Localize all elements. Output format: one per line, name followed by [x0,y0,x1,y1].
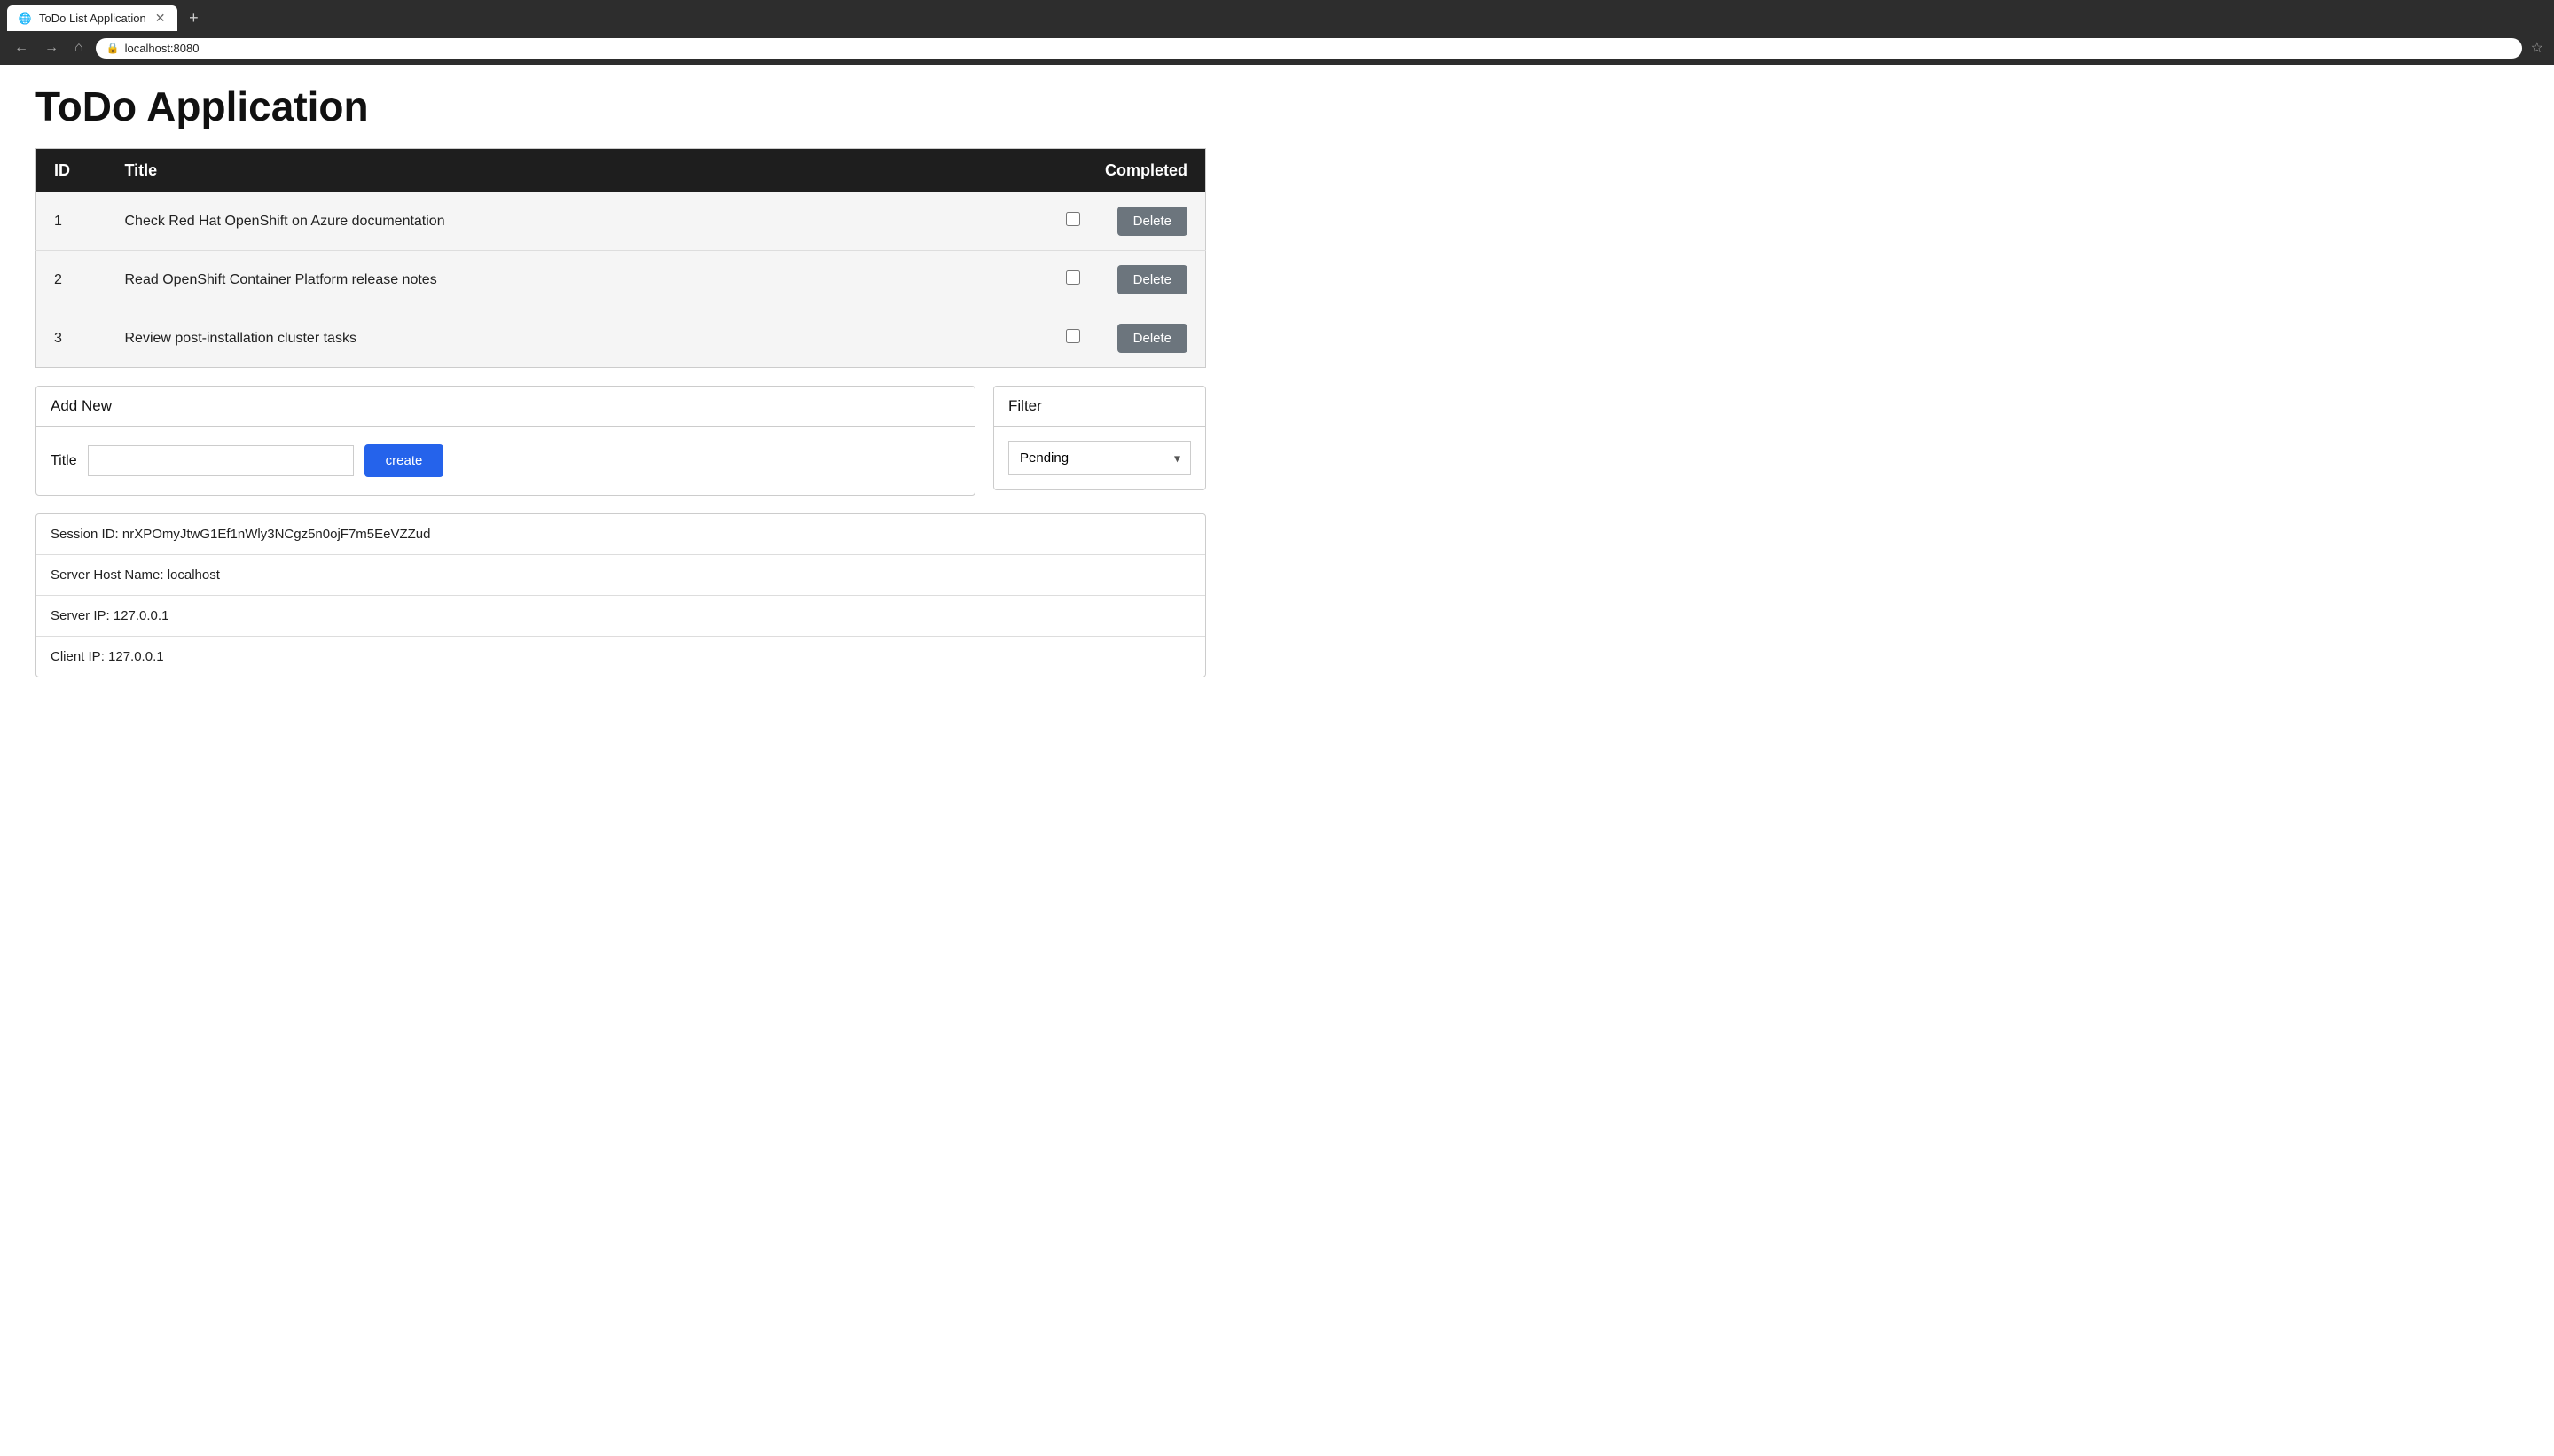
browser-chrome: 🌐 ToDo List Application ✕ + ← → ⌂ 🔒 loca… [0,0,2554,65]
session-info-panel: Session ID: nrXPOmyJtwG1Ef1nWly3NCgz5n0o… [35,513,1206,677]
filter-panel: Filter AllPendingCompleted [993,386,1206,490]
delete-button[interactable]: Delete [1117,207,1187,236]
new-tab-button[interactable]: + [181,6,206,31]
page-title: ToDo Application [35,82,1206,130]
tab-close-button[interactable]: ✕ [153,11,168,26]
col-header-completed: Completed [1046,149,1206,193]
server-host-row: Server Host Name: localhost [36,555,1205,596]
completed-checkbox[interactable] [1066,270,1080,285]
row-completed [1046,251,1100,309]
tab-title: ToDo List Application [39,12,146,25]
bookmark-star-icon[interactable]: ☆ [2531,39,2543,57]
col-header-id: ID [36,149,107,193]
table-row: 1Check Red Hat OpenShift on Azure docume… [36,192,1206,251]
forward-button[interactable]: → [41,36,62,59]
create-button[interactable]: create [364,444,444,477]
back-button[interactable]: ← [11,36,32,59]
lock-icon: 🔒 [106,42,120,54]
tab-favicon: 🌐 [18,12,32,26]
table-header: ID Title Completed [36,149,1206,193]
row-title: Check Red Hat OpenShift on Azure documen… [107,192,1046,251]
row-id: 2 [36,251,107,309]
row-id: 3 [36,309,107,368]
row-delete: Delete [1100,192,1206,251]
col-header-title: Title [107,149,1046,193]
row-id: 1 [36,192,107,251]
filter-header: Filter [994,387,1205,427]
table-row: 2Read OpenShift Container Platform relea… [36,251,1206,309]
row-title: Review post-installation cluster tasks [107,309,1046,368]
todo-table: ID Title Completed 1Check Red Hat OpenSh… [35,148,1206,368]
delete-button[interactable]: Delete [1117,324,1187,353]
table-header-row: ID Title Completed [36,149,1206,193]
row-completed [1046,192,1100,251]
url-box[interactable]: 🔒 localhost:8080 [96,38,2522,59]
add-new-panel: Add New Title create [35,386,975,496]
completed-checkbox[interactable] [1066,329,1080,343]
table-body: 1Check Red Hat OpenShift on Azure docume… [36,192,1206,368]
table-row: 3Review post-installation cluster tasks D… [36,309,1206,368]
tab-bar: 🌐 ToDo List Application ✕ + [0,0,2554,31]
title-input[interactable] [88,445,354,476]
delete-button[interactable]: Delete [1117,265,1187,294]
row-title: Read OpenShift Container Platform releas… [107,251,1046,309]
row-delete: Delete [1100,309,1206,368]
page-content: ToDo Application ID Title Completed 1Che… [0,65,1242,695]
active-tab[interactable]: 🌐 ToDo List Application ✕ [7,5,177,31]
completed-checkbox[interactable] [1066,212,1080,226]
add-new-header: Add New [36,387,975,427]
filter-select-wrapper: AllPendingCompleted [1008,441,1191,475]
home-button[interactable]: ⌂ [71,36,87,59]
filter-body: AllPendingCompleted [994,427,1205,489]
session-id-row: Session ID: nrXPOmyJtwG1Ef1nWly3NCgz5n0o… [36,514,1205,555]
row-completed [1046,309,1100,368]
server-ip-row: Server IP: 127.0.0.1 [36,596,1205,637]
address-bar: ← → ⌂ 🔒 localhost:8080 ☆ [0,31,2554,65]
add-new-body: Title create [36,427,975,495]
filter-select[interactable]: AllPendingCompleted [1008,441,1191,475]
title-label: Title [51,453,77,469]
bottom-section: Add New Title create Filter AllPendingCo… [35,386,1206,496]
url-text: localhost:8080 [125,42,200,55]
row-delete: Delete [1100,251,1206,309]
client-ip-row: Client IP: 127.0.0.1 [36,637,1205,677]
